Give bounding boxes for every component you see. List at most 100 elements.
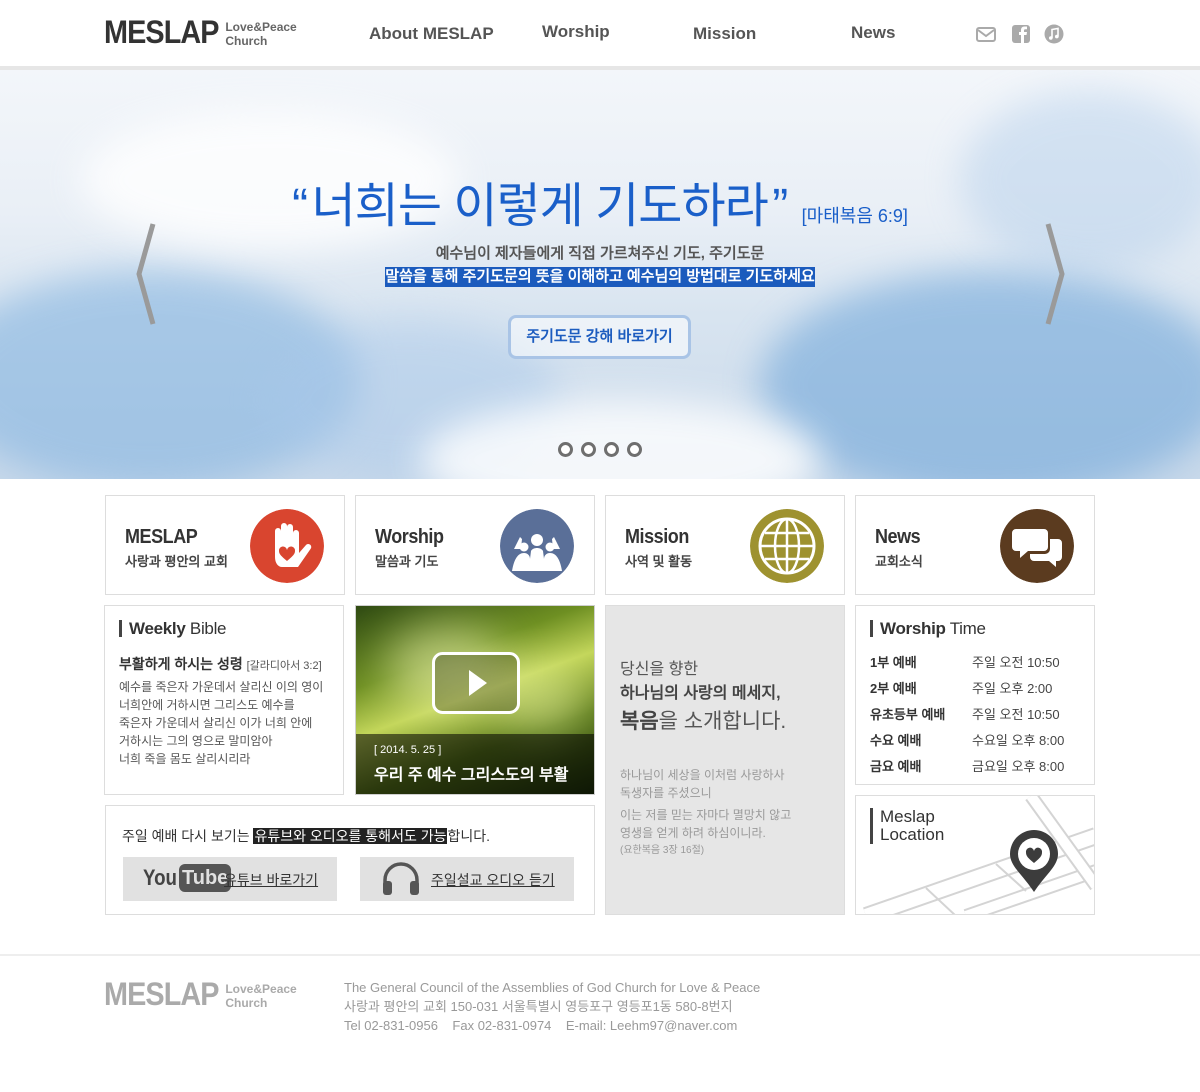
worship-name: 수요 예배 [870, 733, 922, 748]
nav-mission[interactable]: Mission [693, 24, 756, 44]
card-subtitle: 말씀과 기도 [375, 554, 439, 569]
logo-sub-line2: Church [225, 34, 268, 48]
card-meslap[interactable]: MESLAP 사랑과 평안의 교회 [105, 495, 345, 595]
hero-highlight: 말씀을 통해 주기도문의 뜻을 이해하고 예수님의 방법대로 기도하세요 [385, 267, 815, 287]
worship-time-panel: Worship Time 1부 예배 주일 오전 10:50 2부 예배 주일 오후 … [855, 605, 1095, 785]
hero-subtitle: 예수님이 제자들에게 직접 가르쳐주신 기도, 주기도문 [435, 245, 765, 262]
gospel-line: 당신을 향한 [620, 661, 699, 678]
card-worship[interactable]: Worship 말씀과 기도 [355, 495, 595, 595]
map-pin-icon[interactable] [1008, 830, 1060, 894]
weekly-bible-panel: Weekly Bible 부활하게 하시는 성령 [갈라디아서 3:2] 예수를… [104, 605, 344, 795]
music-icon[interactable] [1044, 24, 1064, 44]
location-line1: Meslap [880, 807, 935, 826]
gospel-line: 하나님의 사랑의 메세지, [620, 685, 781, 702]
bible-line: 너희 죽을 몸도 살리시리라 [119, 752, 251, 766]
facebook-icon[interactable] [1011, 24, 1031, 44]
close-quote: ” [772, 180, 788, 233]
bible-heading-text: 부활하게 하시는 성령 [119, 656, 243, 672]
verse-line: 영생을 얻게 하려 하심이니라. [620, 826, 766, 840]
logo-text: MESLAP [104, 14, 220, 50]
nav-worship[interactable]: Worship [542, 22, 610, 42]
youtube-logo-icon: You Tube [143, 864, 232, 892]
cloud-shape [760, 270, 1200, 479]
hero-banner: “ 너희는 이렇게 기도하라 ” [마태복음 6:9] 예수님이 제자들에게 직… [0, 70, 1200, 479]
logo-sub-line1: Love&Peace [225, 20, 297, 34]
audio-button[interactable]: 주일설교 오디오 듣기 [360, 857, 574, 901]
verse-line: 독생자를 주셨으니 [620, 786, 712, 800]
chat-bubbles-icon [1000, 509, 1074, 583]
card-title: Worship [375, 526, 444, 548]
footer-logo-sub-line2: Church [225, 996, 268, 1010]
footer-logo-subtitle: Love&Peace Church [225, 982, 305, 1012]
logo[interactable]: MESLAP Love&Peace Church [104, 14, 305, 50]
worship-time-value: 주일 오전 10:50 [972, 707, 1060, 722]
play-button-icon[interactable] [432, 652, 520, 714]
worship-people-icon [500, 509, 574, 583]
location-title: Meslap Location [870, 808, 944, 844]
location-line2: Location [880, 825, 945, 844]
footer-logo-text: MESLAP [104, 976, 220, 1012]
verse-reference: (요한복음 3장 16절) [620, 845, 705, 856]
slider-dot[interactable] [558, 442, 573, 457]
worship-time-value: 금요일 오후 8:00 [972, 759, 1065, 774]
lords-prayer-button[interactable]: 주기도문 강해 바로가기 [508, 315, 691, 359]
footer-address: 사랑과 평안의 교회 150-031 서울특별시 영등포구 영등포1동 580-… [344, 999, 733, 1014]
replay-panel: 주일 예배 다시 보기는 유튜브와 오디오를 통해서도 가능합니다. You T… [105, 805, 595, 915]
nav-news[interactable]: News [851, 23, 895, 43]
gospel-panel[interactable]: 당신을 향한 하나님의 사랑의 메세지, 복음을 소개합니다. 하나님이 세상을… [605, 605, 845, 915]
heart-hand-icon [250, 509, 324, 583]
panel-title-rest: Bible [185, 619, 227, 638]
video-caption: [ 2014. 5. 25 ] 우리 주 예수 그리스도의 부활 [356, 734, 594, 794]
video-panel[interactable]: [ 2014. 5. 25 ] 우리 주 예수 그리스도의 부활 [355, 605, 595, 795]
card-mission[interactable]: Mission 사역 및 활동 [605, 495, 845, 595]
location-panel[interactable]: Meslap Location [855, 795, 1095, 915]
card-news[interactable]: News 교회소식 [855, 495, 1095, 595]
card-subtitle: 사역 및 활동 [625, 554, 693, 569]
replay-text: 주일 예배 다시 보기는 유튜브와 오디오를 통해서도 가능합니다. [122, 826, 490, 846]
replay-text-after: 합니다. [447, 828, 491, 844]
slider-dot[interactable] [581, 442, 596, 457]
footer-info: The General Council of the Assemblies of… [344, 978, 760, 1035]
video-date: [ 2014. 5. 25 ] [374, 744, 442, 756]
card-title: Mission [625, 526, 689, 548]
slider-dot[interactable] [604, 442, 619, 457]
gospel-verse: 하나님이 세상을 이처럼 사랑하사 독생자를 주셨으니 이는 저를 믿는 자마다… [620, 766, 791, 860]
worship-time-value: 주일 오전 10:50 [972, 655, 1060, 670]
card-title: News [875, 526, 921, 548]
footer-logo[interactable]: MESLAP Love&Peace Church [104, 976, 305, 1012]
panel-title-rest: Time [945, 619, 986, 638]
gospel-bold: 복음 [620, 710, 659, 733]
bible-line: 너희안에 거하시면 그리스도 예수를 [119, 698, 295, 712]
footer-logo-sub-line1: Love&Peace [225, 982, 297, 996]
worship-time-row: 금요 예배 금요일 오후 8:00 [870, 756, 1080, 776]
youtube-link-label[interactable]: 유튜브 바로가기 [224, 870, 318, 890]
mail-icon[interactable] [976, 24, 996, 44]
worship-time-row: 유초등부 예배 주일 오전 10:50 [870, 704, 1080, 724]
worship-time-row: 1부 예배 주일 오전 10:50 [870, 652, 1080, 672]
panel-title: Worship Time [870, 620, 986, 637]
card-title: MESLAP [125, 526, 198, 548]
hero-quote: “ 너희는 이렇게 기도하라 ” [마태복음 6:9] [0, 166, 1200, 236]
youtube-button[interactable]: You Tube 유튜브 바로가기 [123, 857, 337, 901]
next-arrow-icon[interactable] [1038, 222, 1068, 326]
audio-link-label[interactable]: 주일설교 오디오 듣기 [431, 870, 555, 890]
replay-text-before: 주일 예배 다시 보기는 [122, 828, 254, 844]
bible-line: 죽은자 가운데서 살리신 이가 너희 안에 [119, 716, 313, 730]
quote-reference: [마태복음 6:9] [801, 206, 908, 226]
worship-time-row: 2부 예배 주일 오후 2:00 [870, 678, 1080, 698]
prev-arrow-icon[interactable] [133, 222, 163, 326]
bible-heading-ref: [갈라디아서 3:2] [246, 660, 322, 672]
nav-about[interactable]: About MESLAP [369, 24, 494, 44]
bible-heading[interactable]: 부활하게 하시는 성령 [갈라디아서 3:2] [119, 654, 322, 674]
globe-icon [750, 509, 824, 583]
panel-title-bold: Worship [880, 619, 946, 638]
verse-line: 이는 저를 믿는 자마다 멸망치 않고 [620, 808, 792, 822]
card-subtitle: 사랑과 평안의 교회 [125, 554, 228, 569]
verse-line: 하나님이 세상을 이처럼 사랑하사 [620, 768, 785, 782]
bible-line: 거하시는 그의 영으로 말미암아 [119, 734, 273, 748]
slider-dot[interactable] [627, 442, 642, 457]
worship-name: 유초등부 예배 [870, 707, 946, 722]
headphones-icon [383, 862, 419, 895]
worship-name: 1부 예배 [870, 655, 917, 670]
gospel-line: 을 소개합니다. [658, 710, 787, 733]
